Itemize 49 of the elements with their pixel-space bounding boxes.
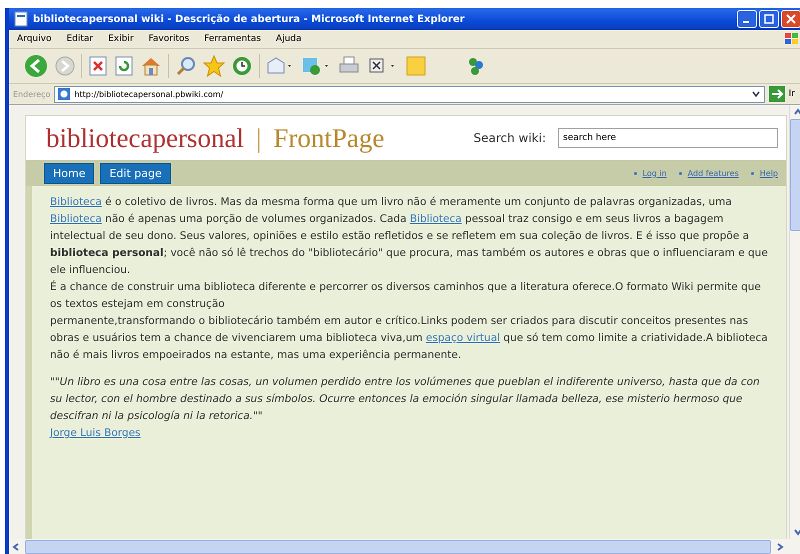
- windows-logo-icon: [783, 31, 800, 47]
- maximize-icon: [764, 14, 774, 24]
- address-label: Endereço: [13, 90, 50, 98]
- stop-icon[interactable]: [88, 55, 108, 77]
- text-link[interactable]: Biblioteca: [50, 213, 102, 225]
- history-icon[interactable]: [231, 55, 253, 77]
- title-separator: |: [256, 122, 262, 154]
- search-field[interactable]: search here: [558, 128, 778, 148]
- maximize-button[interactable]: [759, 10, 779, 28]
- menu-item[interactable]: Ferramentas: [204, 34, 261, 44]
- menu-item[interactable]: Favoritos: [148, 34, 190, 44]
- nav-link[interactable]: Add features: [688, 168, 739, 178]
- page-title: FrontPage: [273, 122, 384, 154]
- page-icon: [57, 87, 72, 101]
- nav-button[interactable]: Home: [44, 162, 94, 184]
- note-icon[interactable]: [404, 54, 428, 78]
- nav-button[interactable]: Edit page: [100, 162, 171, 184]
- text-link[interactable]: Biblioteca: [50, 196, 102, 208]
- menu-item[interactable]: Exibir: [108, 34, 134, 44]
- favorites-star-icon[interactable]: [203, 55, 225, 77]
- menu-item[interactable]: Arquivo: [17, 34, 52, 44]
- window-title: bibliotecapersonal wiki - Descrição de abertura - Microsoft Internet Explorer: [33, 14, 465, 24]
- back-icon[interactable]: [23, 53, 49, 79]
- address-field[interactable]: http://bibliotecapersonal.pbwiki.com/: [54, 86, 765, 102]
- text-link[interactable]: Biblioteca: [410, 213, 462, 225]
- quote-text: ""Un libro es una cosa entre las cosas, un volumen perdido entre los volúmenes que pueblan el indiferente universo, hasta que da con su lector, con el hombre destinado a sus símbolos. Ocurre entonces la emoción singular llamada belleza, ese misterio hermoso que descifran ni la psicología ni la retorica."": [50, 375, 761, 424]
- bullet-icon: [678, 172, 682, 174]
- close-button[interactable]: [781, 10, 800, 28]
- minimize-button[interactable]: [737, 10, 757, 28]
- nav-link[interactable]: Log in: [642, 168, 667, 178]
- site-title: bibliotecapersonal: [46, 122, 244, 154]
- page-icon: [13, 11, 29, 27]
- home-icon[interactable]: [140, 55, 162, 77]
- minimize-icon: [742, 21, 748, 23]
- nav-link[interactable]: Help: [760, 168, 778, 178]
- author-link[interactable]: Jorge Luis Borges: [50, 425, 772, 442]
- close-icon: [786, 14, 796, 24]
- menu-item[interactable]: Ajuda: [276, 34, 302, 44]
- text-link[interactable]: espaço virtual: [426, 332, 500, 344]
- bullet-icon: [750, 172, 754, 174]
- menu-item[interactable]: Editar: [66, 34, 94, 44]
- search-icon[interactable]: [175, 55, 197, 77]
- refresh-icon[interactable]: [114, 55, 134, 77]
- go-arrow-icon[interactable]: [768, 86, 785, 102]
- bullet-icon: [634, 172, 637, 174]
- search-label: Search wiki:: [473, 131, 546, 145]
- go-button[interactable]: Ir: [788, 89, 795, 99]
- paragraph: Biblioteca é o coletivo de livros. Mas da mesma forma que um livro não é meramente um conjunto de palavras organizadas, uma Biblioteca não é apenas uma porção de volumes organizados. Cada Biblioteca pessoal traz consigo e em seus livros a bagagem intelectual de seu dono. Seus valores, opiniões e estilo estão refletidos e se refletem em sua coleção de livros. E é isso que propõe a biblioteca personal; você não só lê trechos do "bibliotecário" que procura, mas também os autores e obras que o influenciaram e que ele influenciou.: [50, 195, 769, 278]
- paragraph: permanente,transformando o bibliotecário também em autor e crítico.Links podem ser criados para discutir conceitos presentes nas obras e usuários tem a chance de vivenciarem uma biblioteca viva,um espaço virtual que só tem como limite a criatividade.A biblioteca não é mais livros empoeirados na estante, mas uma experiência permanente.: [50, 314, 769, 363]
